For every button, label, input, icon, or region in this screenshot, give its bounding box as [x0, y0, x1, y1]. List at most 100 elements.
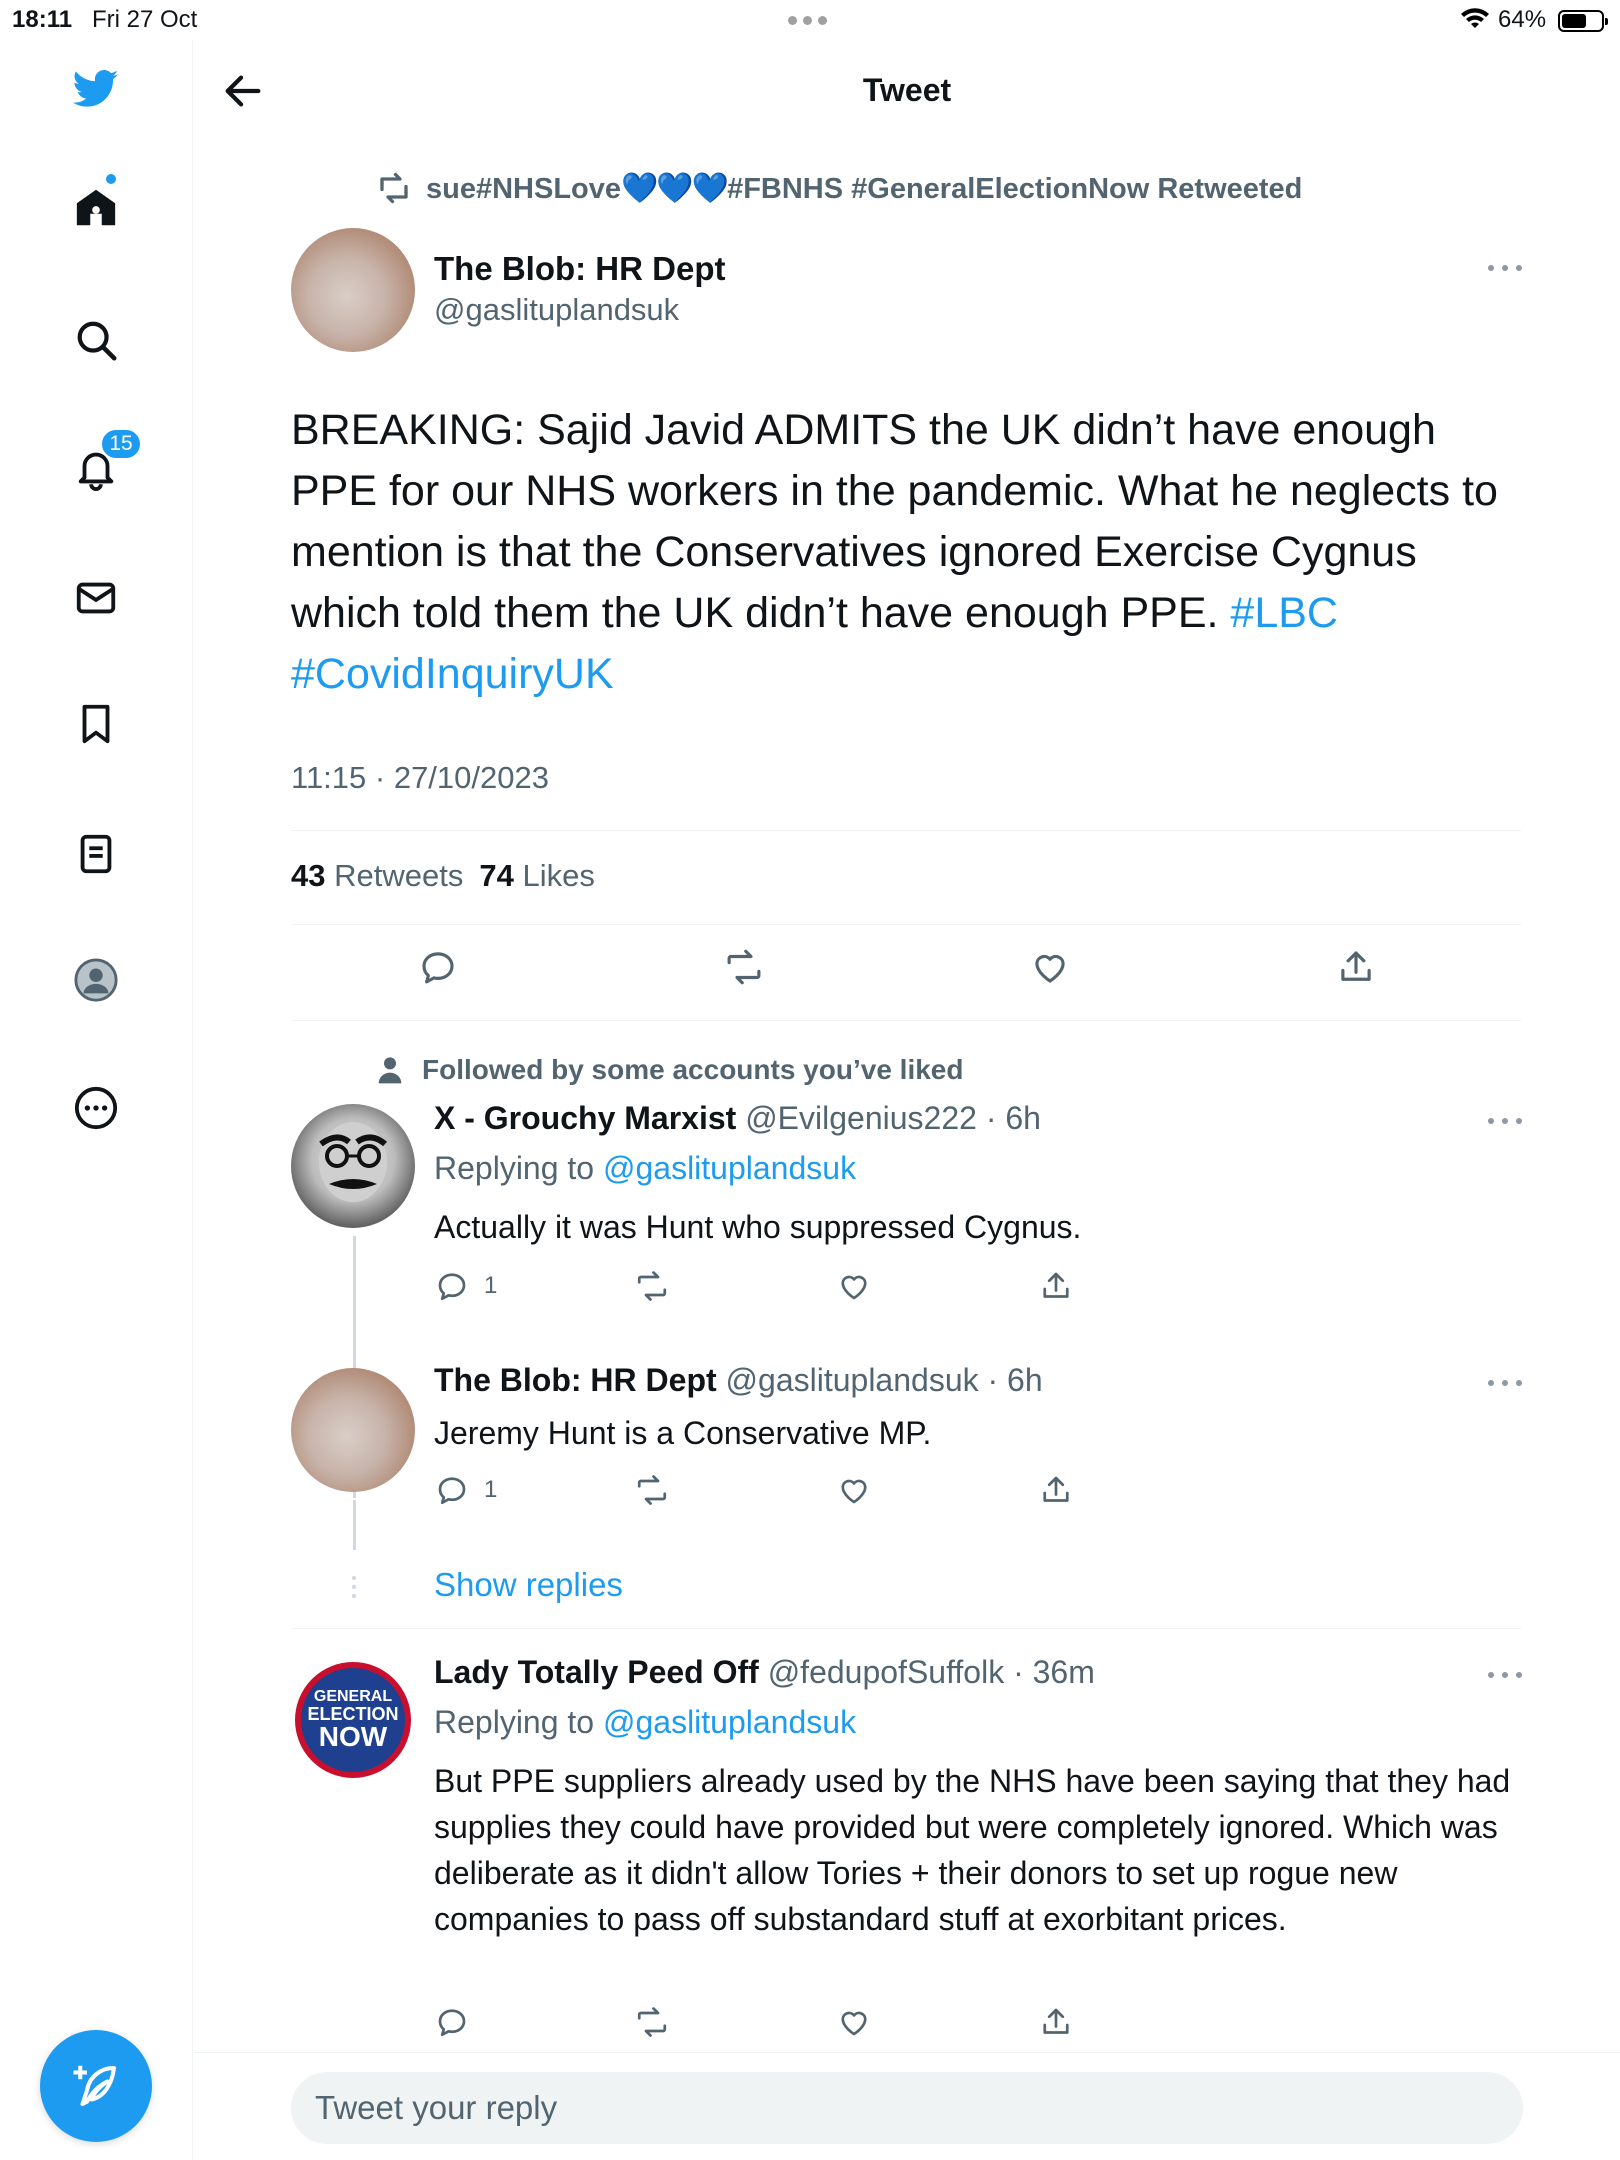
avatar-text-line: GENERAL	[313, 1688, 393, 1705]
retweet-button[interactable]	[634, 1268, 670, 1304]
divider	[194, 2052, 1620, 2053]
retweeter-hearts: 💙💙💙	[621, 171, 729, 205]
followed-context-text: Followed by some accounts you’ve liked	[422, 1054, 964, 1085]
likes-count: 74	[479, 858, 514, 893]
heart-icon	[841, 2011, 867, 2036]
like-button[interactable]	[836, 1268, 872, 1304]
like-button[interactable]	[1027, 944, 1073, 990]
reply-header: Lady Totally Peed Off @fedupofSuffolk · …	[434, 1654, 1095, 1690]
reply-author-name[interactable]: Lady Totally Peed Off	[434, 1654, 759, 1690]
retweets-count: 43	[291, 858, 326, 893]
retweet-context-text: #FBNHS #GeneralElectionNow Retweeted	[727, 172, 1303, 205]
likes-stat[interactable]: 74 Likes	[479, 858, 594, 894]
reply-text: But PPE suppliers already used by the NH…	[434, 1763, 1511, 1937]
status-date: Fri 27 Oct	[92, 6, 198, 33]
replying-to-handle[interactable]: @gaslituplandsuk	[603, 1704, 856, 1740]
retweet-context[interactable]: sue#NHSLove💙💙💙#FBNHS #GeneralElectionNow…	[376, 170, 1302, 206]
share-icon	[1043, 2008, 1069, 2034]
lists-icon[interactable]	[68, 826, 124, 882]
retweet-button[interactable]	[634, 2004, 670, 2040]
reply-author-name[interactable]: X - Grouchy Marxist	[434, 1100, 736, 1136]
more-options-icon[interactable]	[1488, 1378, 1522, 1388]
share-button[interactable]	[1038, 2004, 1074, 2040]
share-button[interactable]	[1333, 944, 1379, 990]
battery-percent: 64%	[1498, 6, 1547, 33]
reply-author-handle[interactable]: @fedupofSuffolk	[768, 1654, 1005, 1690]
reply-age[interactable]: 36m	[1033, 1654, 1095, 1690]
twitter-logo-icon[interactable]	[68, 60, 124, 116]
tweet-timestamp[interactable]: 11:15 · 27/10/2023	[291, 760, 549, 796]
reply-actions: 1	[434, 1268, 1134, 1308]
retweet-icon	[637, 1475, 667, 1505]
avatar[interactable]: GENERAL ELECTION NOW	[295, 1662, 411, 1778]
search-icon[interactable]	[68, 312, 124, 368]
hashtag-link[interactable]: #LBC	[1230, 589, 1338, 637]
reply-icon	[438, 2009, 466, 2037]
thread-line	[353, 1500, 356, 1550]
reply-actions: 1	[434, 1472, 1134, 1512]
reply-button[interactable]	[434, 2004, 470, 2040]
more-options-icon[interactable]	[1488, 1670, 1522, 1680]
more-options-icon[interactable]	[1488, 263, 1522, 273]
tweet-stats: 43 Retweets 74 Likes	[291, 858, 595, 894]
like-button[interactable]	[836, 2004, 872, 2040]
author-name[interactable]: The Blob: HR Dept	[434, 250, 725, 288]
divider	[291, 924, 1521, 925]
share-button[interactable]	[1038, 1472, 1074, 1508]
reply-age[interactable]: 6h	[1007, 1362, 1043, 1398]
status-bar: 18:11 Fri 27 Oct 64%	[0, 0, 1620, 40]
reply-button[interactable]: 1	[434, 1472, 497, 1508]
retweet-button[interactable]	[721, 944, 767, 990]
replying-to: Replying to @gaslituplandsuk	[434, 1704, 856, 1741]
compose-tweet-button[interactable]	[40, 2030, 152, 2142]
reply-input[interactable]	[291, 2072, 1523, 2144]
avatar[interactable]	[291, 228, 415, 352]
bookmarks-icon[interactable]	[68, 696, 124, 752]
messages-envelope-icon[interactable]	[68, 570, 124, 626]
retweet-icon	[637, 1271, 667, 1301]
sidebar-nav: 15	[0, 40, 193, 2160]
notifications-count-badge: 15	[100, 428, 142, 460]
reply-icon	[438, 1477, 466, 1505]
show-replies-link[interactable]: Show replies	[434, 1566, 623, 1604]
reply-author-name[interactable]: The Blob: HR Dept	[434, 1362, 717, 1398]
more-options-circle-icon[interactable]	[68, 1080, 124, 1136]
like-button[interactable]	[836, 1472, 872, 1508]
avatar[interactable]	[291, 1368, 415, 1492]
heart-icon	[841, 1479, 867, 1504]
tweet-text: BREAKING: Sajid Javid ADMITS the UK didn…	[291, 400, 1531, 705]
reply-age[interactable]: 6h	[1005, 1100, 1041, 1136]
reply-text: Jeremy Hunt is a Conservative MP.	[434, 1415, 932, 1451]
hashtag-link[interactable]: #CovidInquiryUK	[291, 650, 614, 698]
reply-author-handle[interactable]: @Evilgenius222	[745, 1100, 977, 1136]
reply-button[interactable]	[415, 944, 461, 990]
home-new-dot	[104, 172, 118, 186]
reply-text: Actually it was Hunt who suppressed Cygn…	[434, 1209, 1082, 1245]
retweets-label: Retweets	[334, 858, 464, 893]
status-time: 18:11	[12, 6, 73, 33]
reply-button[interactable]: 1	[434, 1268, 497, 1304]
retweet-icon	[727, 949, 761, 985]
replying-to-handle[interactable]: @gaslituplandsuk	[603, 1150, 856, 1186]
replying-label: Replying to	[434, 1150, 595, 1186]
thread-continuation-dots	[350, 1576, 358, 1598]
reply-author-handle[interactable]: @gaslituplandsuk	[726, 1362, 979, 1398]
retweet-button[interactable]	[634, 1472, 670, 1508]
wifi-icon	[1461, 8, 1489, 28]
heart-icon	[841, 1275, 867, 1300]
home-icon[interactable]	[68, 180, 124, 236]
multitasking-dots-icon[interactable]	[788, 16, 827, 25]
author-handle[interactable]: @gaslituplandsuk	[434, 292, 679, 328]
feather-plus-icon	[73, 2065, 117, 2107]
divider	[291, 830, 1521, 831]
retweet-icon	[380, 172, 408, 204]
profile-avatar-icon[interactable]	[68, 952, 124, 1008]
retweets-stat[interactable]: 43 Retweets	[291, 858, 463, 894]
share-button[interactable]	[1038, 1268, 1074, 1304]
avatar-text-line: NOW	[318, 1721, 388, 1752]
followed-context: Followed by some accounts you’ve liked	[374, 1054, 963, 1086]
more-options-icon[interactable]	[1488, 1116, 1522, 1126]
reply-composer[interactable]	[291, 2072, 1523, 2144]
replying-to: Replying to @gaslituplandsuk	[434, 1150, 856, 1187]
avatar[interactable]	[291, 1104, 415, 1228]
